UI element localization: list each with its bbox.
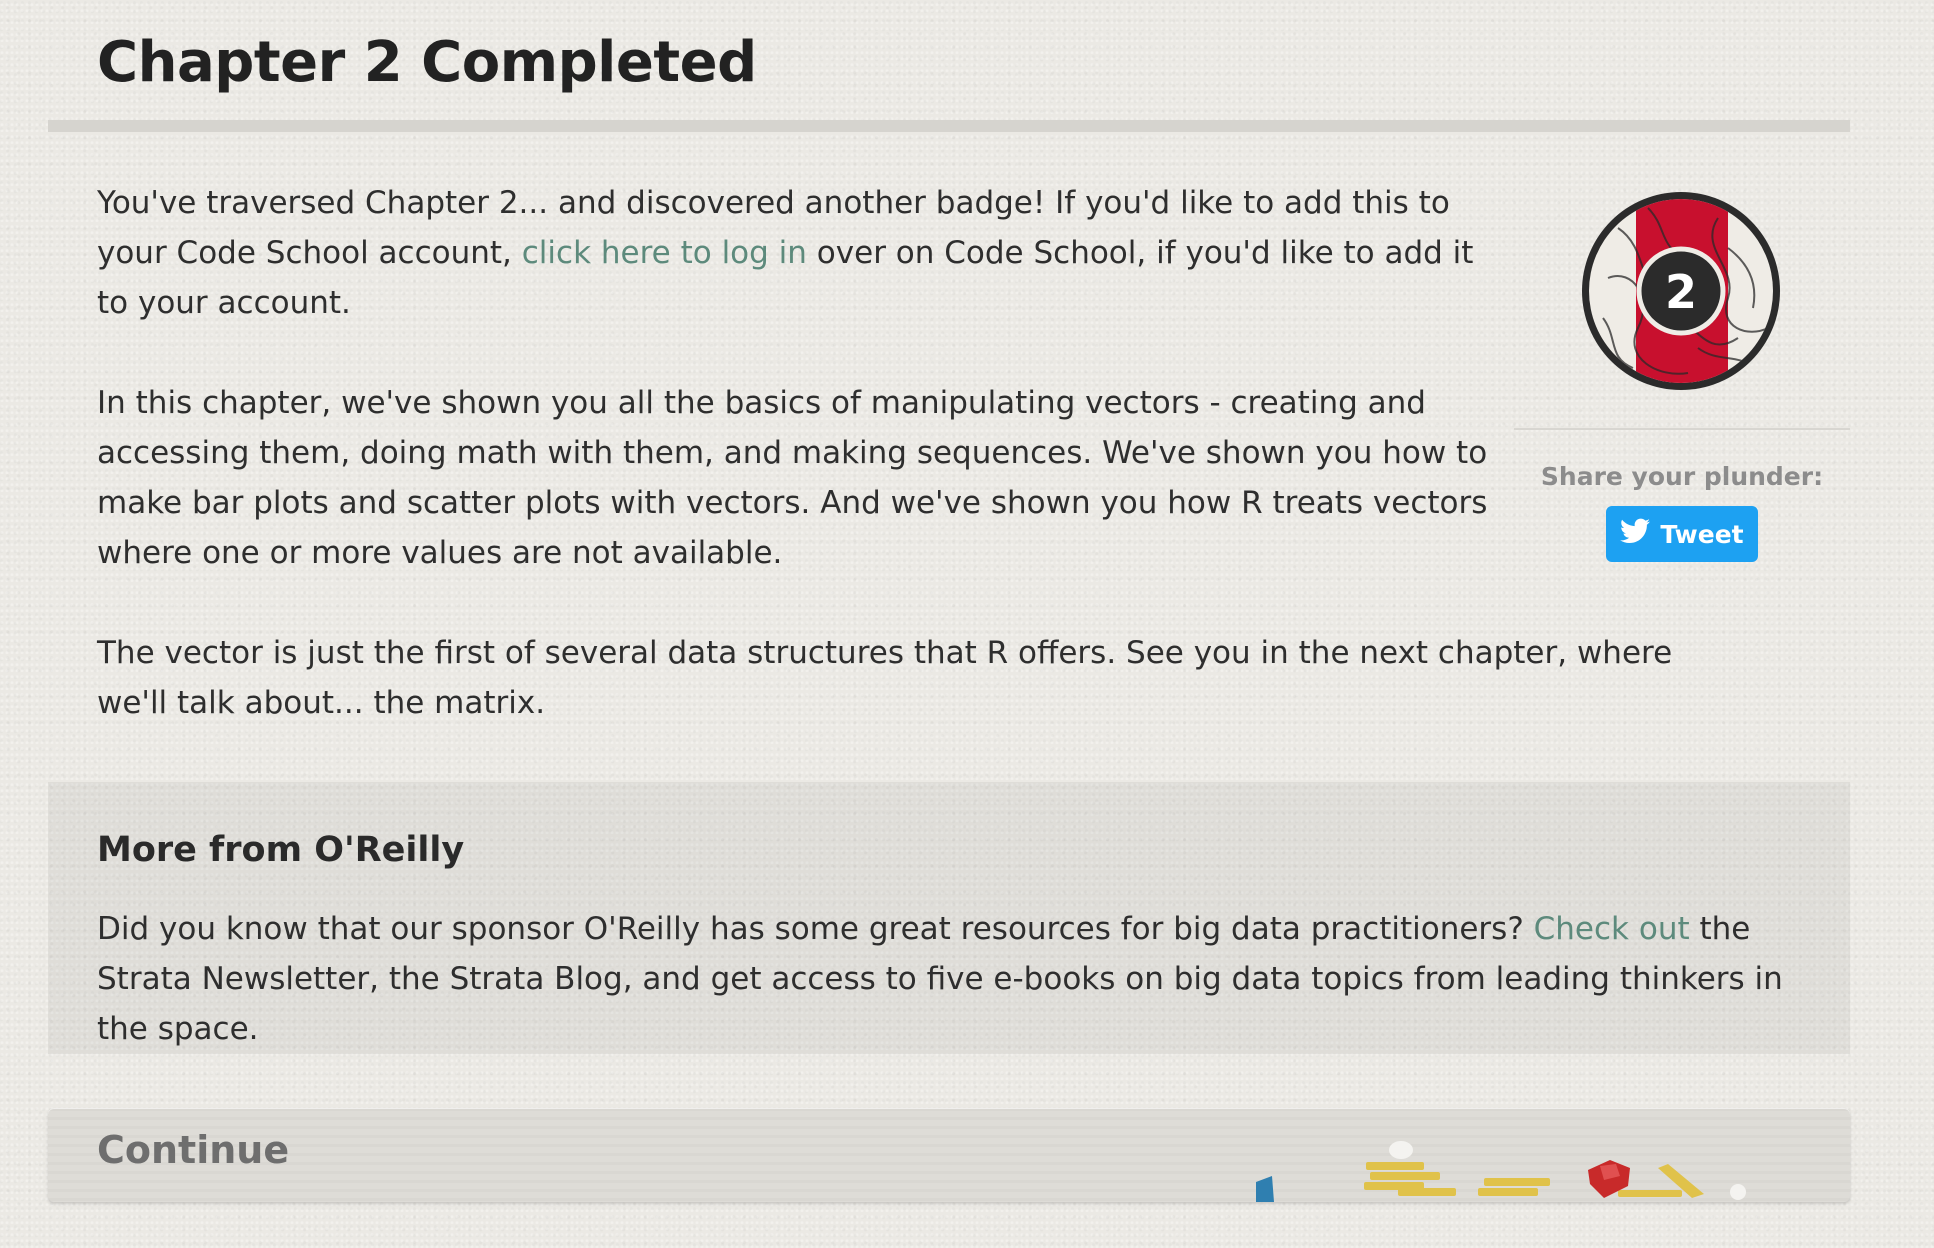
intro-paragraph-2: In this chapter, we've shown you all the… <box>97 385 1488 571</box>
chapter-badge-icon: 2 <box>1578 188 1784 394</box>
badge-number: 2 <box>1665 265 1697 319</box>
continue-button[interactable]: Continue <box>48 1108 1850 1202</box>
page-title: Chapter 2 Completed <box>97 30 757 95</box>
tweet-button[interactable]: Tweet <box>1606 506 1758 562</box>
share-label: Share your plunder: <box>1540 462 1824 491</box>
twitter-bird-icon <box>1620 518 1651 550</box>
chapter-summary: You've traversed Chapter 2... and discov… <box>97 178 1672 778</box>
continue-label: Continue <box>97 1128 290 1172</box>
sponsor-heading: More from O'Reilly <box>97 830 465 870</box>
sidebar-divider <box>1514 428 1850 430</box>
treasure-pile-icon <box>1248 1108 1850 1202</box>
sponsor-panel: More from O'Reilly Did you know that our… <box>48 782 1850 1054</box>
login-link[interactable]: click here to log in <box>522 235 807 271</box>
intro-paragraph-1: You've traversed Chapter 2... and discov… <box>97 178 1497 328</box>
tweet-label: Tweet <box>1660 519 1744 549</box>
title-divider <box>48 120 1850 132</box>
sponsor-text: Did you know that our sponsor O'Reilly h… <box>97 904 1817 1054</box>
check-out-link[interactable]: Check out <box>1534 911 1690 947</box>
intro-paragraph-3: The vector is just the first of several … <box>97 635 1673 721</box>
sponsor-text-before-link: Did you know that our sponsor O'Reilly h… <box>97 911 1534 947</box>
